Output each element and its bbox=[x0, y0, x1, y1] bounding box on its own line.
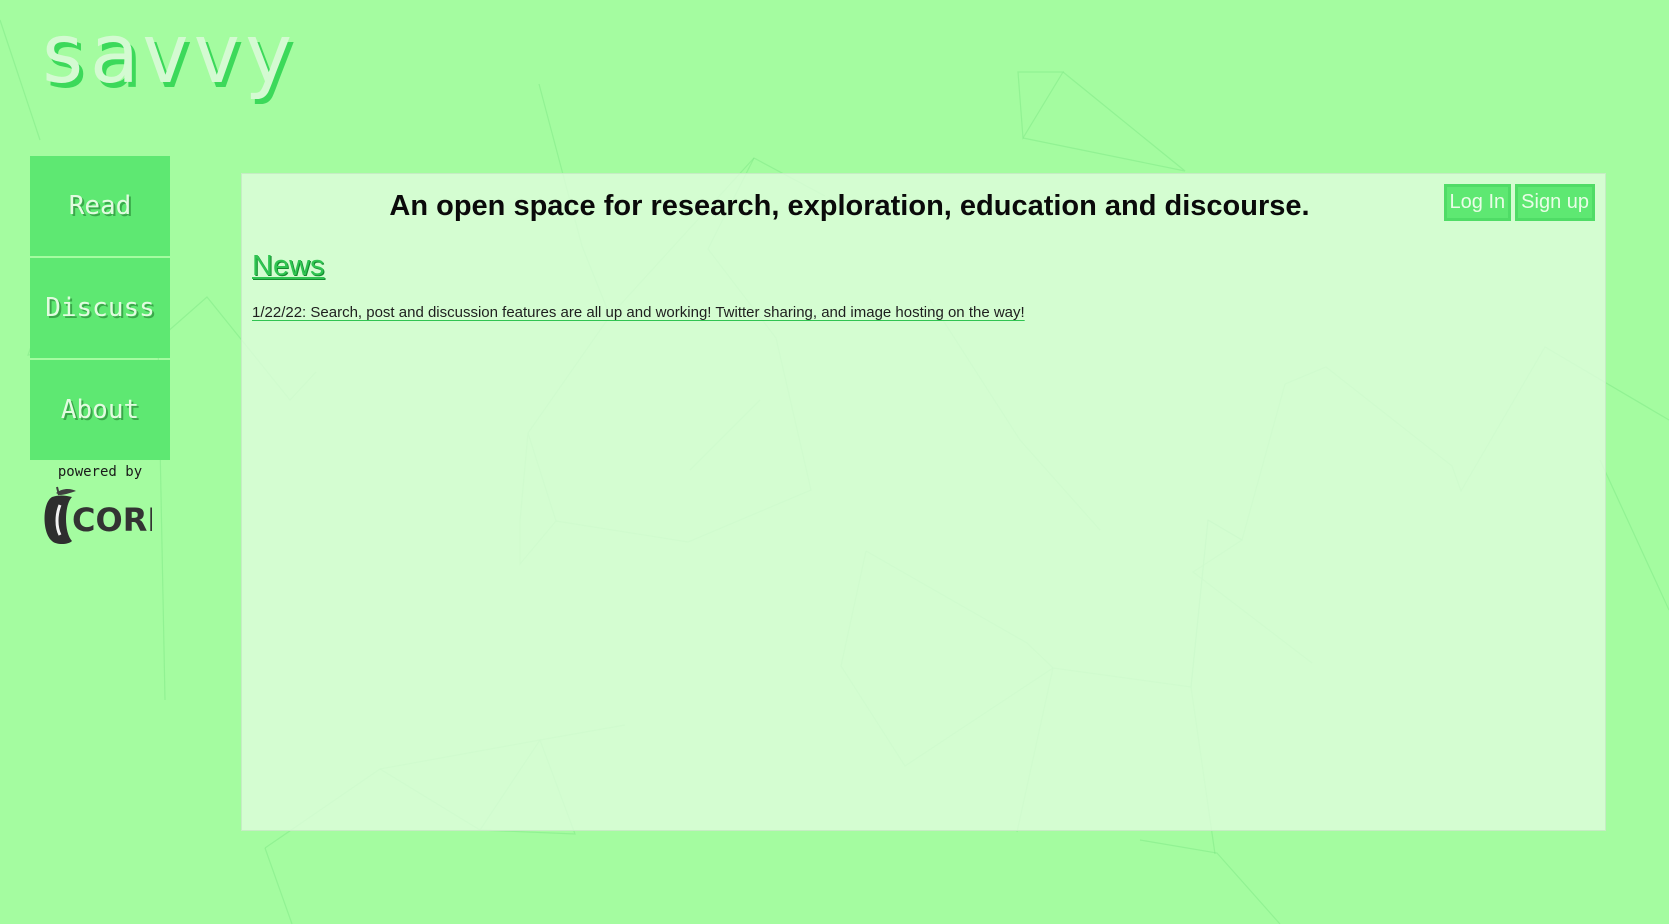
news-item-link[interactable]: 1/22/22: Search, post and discussion fea… bbox=[252, 304, 1025, 321]
login-button[interactable]: Log In bbox=[1443, 184, 1512, 221]
main-nav: Read Discuss About bbox=[30, 156, 170, 462]
powered-by-label: powered by bbox=[57, 464, 143, 480]
page-tagline: An open space for research, exploration,… bbox=[389, 190, 1310, 222]
svg-text:CORE: CORE bbox=[72, 501, 152, 539]
site-logo[interactable]: savvy bbox=[38, 14, 295, 96]
core-logo[interactable]: CORE bbox=[42, 483, 152, 548]
auth-buttons: Log In Sign up bbox=[1443, 184, 1595, 221]
nav-item-about[interactable]: About bbox=[30, 360, 170, 460]
signup-button[interactable]: Sign up bbox=[1515, 184, 1595, 221]
nav-item-discuss[interactable]: Discuss bbox=[30, 258, 170, 358]
news-heading-link[interactable]: News bbox=[252, 250, 325, 283]
nav-item-read[interactable]: Read bbox=[30, 156, 170, 256]
main-panel: An open space for research, exploration,… bbox=[241, 173, 1606, 831]
